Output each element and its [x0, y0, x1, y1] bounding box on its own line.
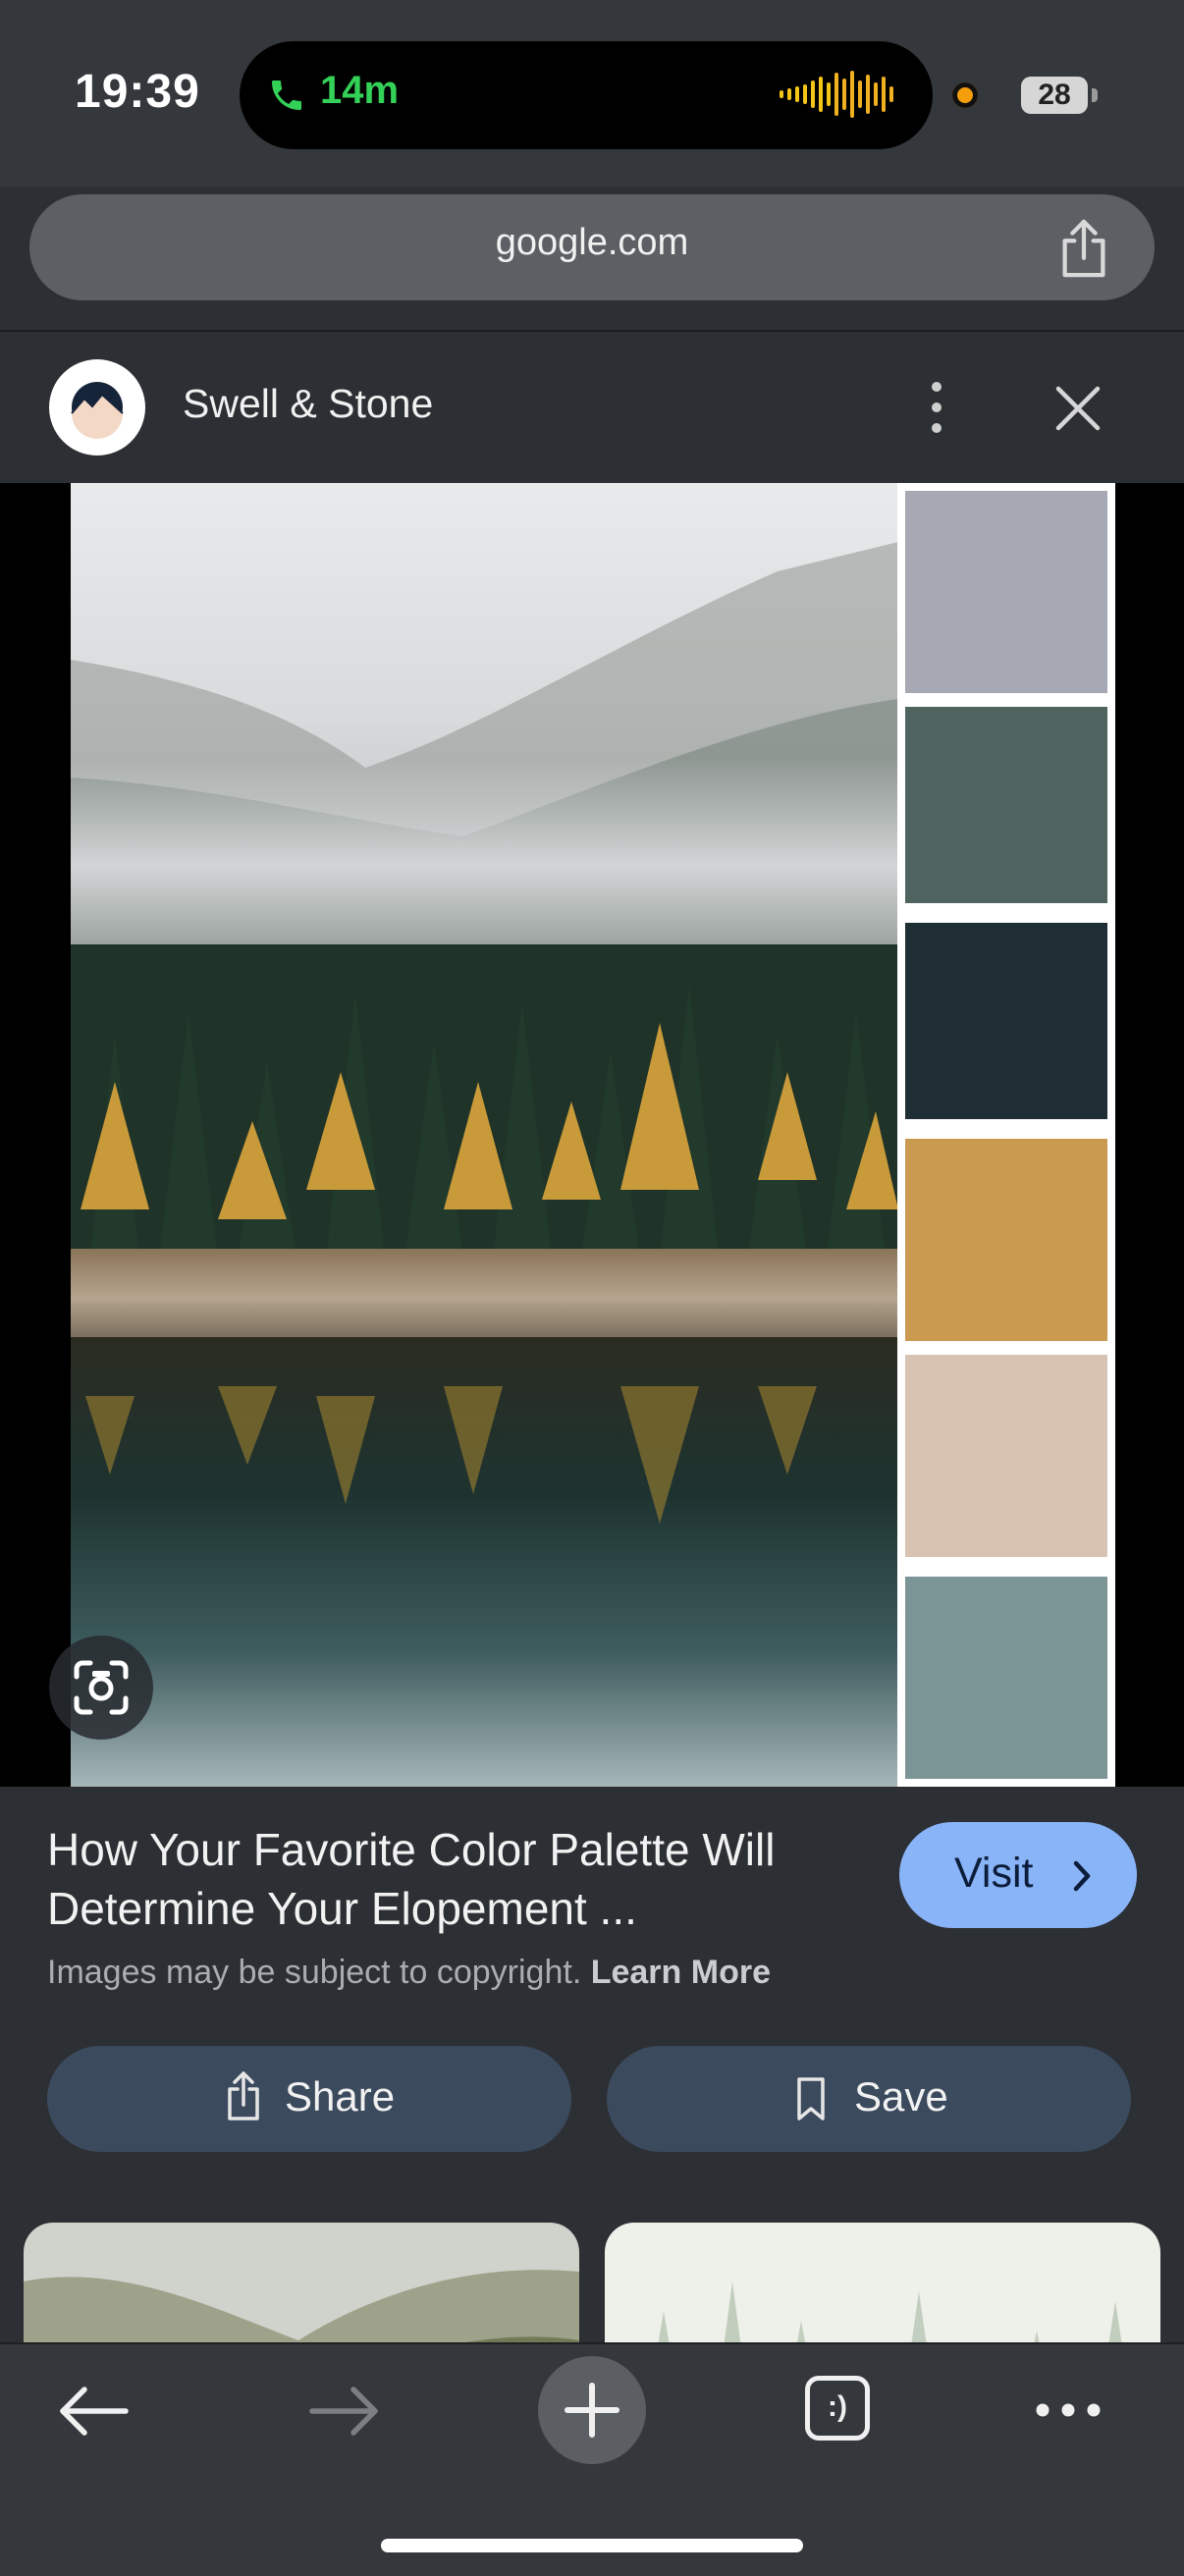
more-vertical-icon[interactable] [919, 377, 954, 438]
battery-tip [1092, 88, 1098, 102]
share-icon[interactable] [1054, 218, 1113, 279]
close-icon[interactable] [1050, 381, 1105, 436]
status-time: 19:39 [75, 66, 200, 118]
audio-waveform-icon [780, 71, 893, 118]
visit-label: Visit [954, 1850, 1034, 1897]
result-header [0, 332, 1184, 483]
lens-button[interactable] [49, 1636, 153, 1740]
share-icon [228, 2071, 259, 2120]
chevron-right-icon [1073, 1860, 1091, 1892]
site-name[interactable]: Swell & Stone [183, 381, 433, 427]
share-button[interactable]: Share [47, 2046, 571, 2152]
save-label: Save [854, 2073, 948, 2120]
more-horizontal-icon[interactable] [1033, 2395, 1103, 2425]
site-avatar[interactable] [49, 359, 145, 456]
swatch-2 [905, 707, 1107, 903]
swatch-3 [905, 923, 1107, 1119]
lens-icon [74, 1660, 129, 1715]
bookmark-icon [797, 2077, 825, 2120]
swatch-6 [905, 1577, 1107, 1779]
camera-indicator-icon [952, 82, 978, 108]
swell-stone-logo-icon [71, 382, 124, 439]
tabs-button[interactable]: :) [805, 2376, 870, 2441]
forward-arrow-icon[interactable] [304, 2382, 383, 2441]
battery-icon: 28 [1021, 77, 1088, 114]
swatch-5 [905, 1355, 1107, 1557]
copyright-text: Images may be subject to copyright. [47, 1954, 582, 1991]
result-title[interactable]: How Your Favorite Color Palette Will Det… [47, 1820, 872, 1938]
learn-more-link[interactable]: Learn More [591, 1954, 771, 1991]
swatch-1 [905, 491, 1107, 693]
copyright-notice: Images may be subject to copyright. Lear… [47, 1954, 771, 1992]
url-text: google.com [495, 222, 689, 263]
home-indicator[interactable] [381, 2539, 803, 2552]
save-button[interactable]: Save [607, 2046, 1131, 2152]
foggy-lake-forest-image[interactable] [71, 483, 898, 1787]
tabs-label: :) [828, 2390, 847, 2423]
url-bar[interactable]: google.com [29, 194, 1155, 300]
visit-button[interactable]: Visit [899, 1822, 1137, 1928]
new-tab-plus-icon[interactable] [538, 2356, 646, 2464]
swatch-4 [905, 1139, 1107, 1341]
call-duration: 14m [320, 69, 400, 112]
phone-icon [272, 80, 301, 110]
back-arrow-icon[interactable] [55, 2382, 134, 2441]
share-label: Share [285, 2073, 396, 2120]
color-palette [897, 483, 1115, 1787]
